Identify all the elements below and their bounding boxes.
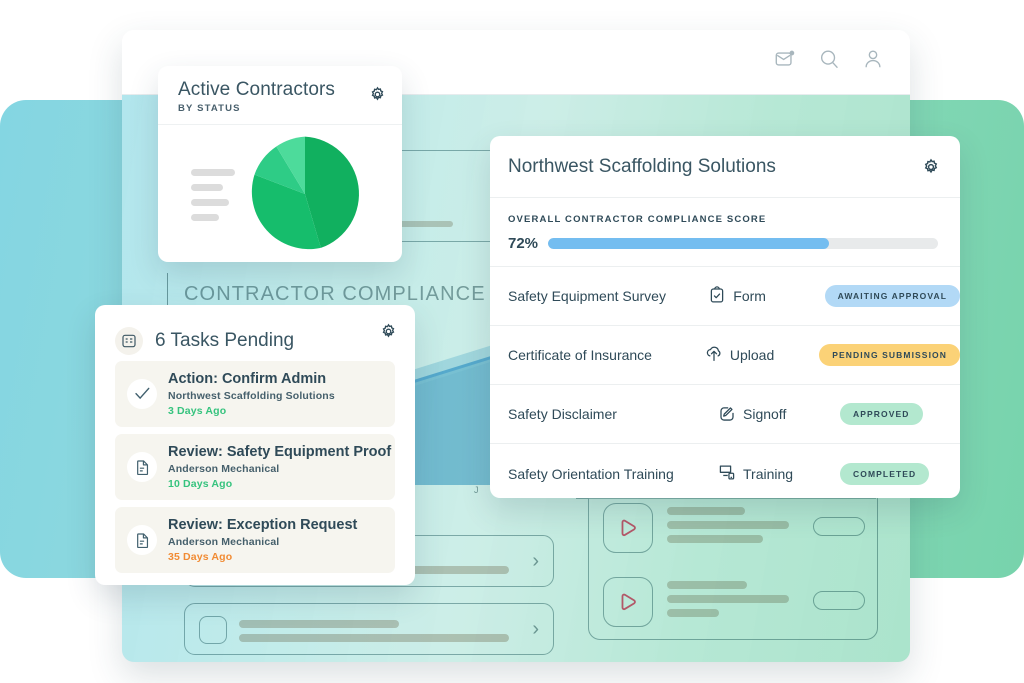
- status-badge: PENDING SUBMISSION: [819, 344, 960, 366]
- requirement-type: Signoff: [718, 404, 840, 425]
- task-title: Review: Exception Request: [168, 517, 357, 533]
- compliance-title: Northwest Scaffolding Solutions: [508, 156, 776, 178]
- task-subtitle: Anderson Mechanical: [168, 463, 391, 475]
- tasks-title: 6 Tasks Pending: [155, 330, 294, 352]
- clipboard-check-icon: [708, 286, 726, 307]
- compliance-progress-fill: [548, 238, 829, 249]
- contractor-compliance-card: Northwest Scaffolding Solutions OVERALL …: [490, 136, 960, 498]
- status-badge: APPROVED: [840, 403, 923, 425]
- document-icon: [127, 452, 157, 482]
- requirement-type: Form: [708, 286, 824, 307]
- document-icon: [127, 525, 157, 555]
- chevron-right-icon[interactable]: ›: [532, 618, 539, 640]
- requirement-name: Safety Disclaimer: [508, 406, 718, 422]
- placeholder-bar: [667, 609, 719, 617]
- task-age: 10 Days Ago: [168, 478, 391, 490]
- active-contractors-body: [158, 125, 402, 262]
- compliance-score-percent: 72%: [508, 235, 538, 252]
- gear-icon[interactable]: [369, 86, 386, 108]
- task-item[interactable]: Review: Safety Equipment Proof Anderson …: [115, 434, 395, 500]
- legend-row: [191, 184, 223, 191]
- compliance-score-section: OVERALL CONTRACTOR COMPLIANCE SCORE 72%: [490, 198, 960, 267]
- compliance-row[interactable]: Safety Orientation Training Training COM…: [490, 444, 960, 503]
- check-icon: [127, 379, 157, 409]
- active-contractors-card: Active Contractors BY STATUS: [158, 66, 402, 262]
- placeholder-bar: [667, 581, 747, 589]
- status-badge: AWAITING APPROVAL: [825, 285, 960, 307]
- requirement-type-label: Training: [743, 466, 793, 482]
- placeholder-bar: [239, 634, 509, 642]
- tasks-list: Action: Confirm Admin Northwest Scaffold…: [95, 361, 415, 573]
- play-icon[interactable]: [603, 577, 653, 627]
- compliance-progress-track: [548, 238, 938, 249]
- search-icon[interactable]: [818, 48, 840, 70]
- task-age: 3 Days Ago: [168, 405, 335, 417]
- action-pill[interactable]: [813, 517, 865, 536]
- requirement-type: Training: [718, 463, 840, 484]
- active-contractors-header: Active Contractors BY STATUS: [158, 66, 402, 125]
- task-subtitle: Anderson Mechanical: [168, 536, 357, 548]
- gear-icon[interactable]: [380, 323, 397, 345]
- requirement-type: Upload: [705, 345, 819, 366]
- compliance-score-label: OVERALL CONTRACTOR COMPLIANCE SCORE: [508, 214, 938, 225]
- tasks-header: 6 Tasks Pending: [95, 305, 415, 361]
- task-title: Review: Safety Equipment Proof: [168, 444, 391, 460]
- task-title: Action: Confirm Admin: [168, 371, 335, 387]
- media-row[interactable]: [589, 493, 879, 563]
- compliance-row[interactable]: Certificate of Insurance Upload PENDING …: [490, 326, 960, 385]
- action-pill[interactable]: [813, 591, 865, 610]
- training-screen-icon: [718, 463, 736, 484]
- requirement-type-label: Form: [733, 288, 766, 304]
- header-icon-group: [774, 48, 884, 70]
- tasks-icon: [115, 327, 143, 355]
- status-badge: COMPLETED: [840, 463, 929, 485]
- mail-notification-icon[interactable]: [774, 48, 796, 70]
- legend-row: [191, 199, 229, 206]
- compliance-row[interactable]: Safety Disclaimer Signoff APPROVED: [490, 385, 960, 444]
- status-pie-chart: [244, 133, 366, 255]
- play-icon[interactable]: [603, 503, 653, 553]
- upload-icon: [705, 345, 723, 366]
- checklist-icon: [199, 616, 227, 644]
- task-item[interactable]: Action: Confirm Admin Northwest Scaffold…: [115, 361, 395, 427]
- placeholder-bar: [667, 507, 745, 515]
- requirement-type-label: Upload: [730, 347, 774, 363]
- requirement-name: Safety Equipment Survey: [508, 288, 708, 304]
- gear-icon[interactable]: [922, 158, 940, 181]
- task-subtitle: Northwest Scaffolding Solutions: [168, 390, 335, 402]
- compliance-score-row: 72%: [508, 235, 938, 252]
- screenshot-root: INJURIES 9 ⋯ ⋯ ⋯ CONTRACTOR COMPLIANCE S…: [0, 0, 1024, 683]
- compliance-header: Northwest Scaffolding Solutions: [490, 136, 960, 198]
- task-age: 35 Days Ago: [168, 551, 357, 563]
- pie-legend: [191, 169, 235, 229]
- wide-row[interactable]: ›: [184, 603, 554, 655]
- signoff-pen-icon: [718, 404, 736, 425]
- chart-tick-label: J: [474, 485, 480, 495]
- requirement-type-label: Signoff: [743, 406, 786, 422]
- legend-row: [191, 169, 235, 176]
- chevron-right-icon[interactable]: ›: [532, 550, 539, 572]
- tasks-pending-card: 6 Tasks Pending Action: Confirm Admin No…: [95, 305, 415, 585]
- requirement-name: Safety Orientation Training: [508, 466, 718, 482]
- compliance-row[interactable]: Safety Equipment Survey Form AWAITING AP…: [490, 267, 960, 326]
- placeholder-bar: [667, 521, 789, 529]
- task-item[interactable]: Review: Exception Request Anderson Mecha…: [115, 507, 395, 573]
- legend-row: [191, 214, 219, 221]
- placeholder-bar: [667, 535, 763, 543]
- requirement-name: Certificate of Insurance: [508, 347, 705, 363]
- placeholder-bar: [667, 595, 789, 603]
- placeholder-bar: [239, 620, 399, 628]
- account-icon[interactable]: [862, 48, 884, 70]
- media-card: [588, 488, 878, 640]
- media-row[interactable]: [589, 567, 879, 637]
